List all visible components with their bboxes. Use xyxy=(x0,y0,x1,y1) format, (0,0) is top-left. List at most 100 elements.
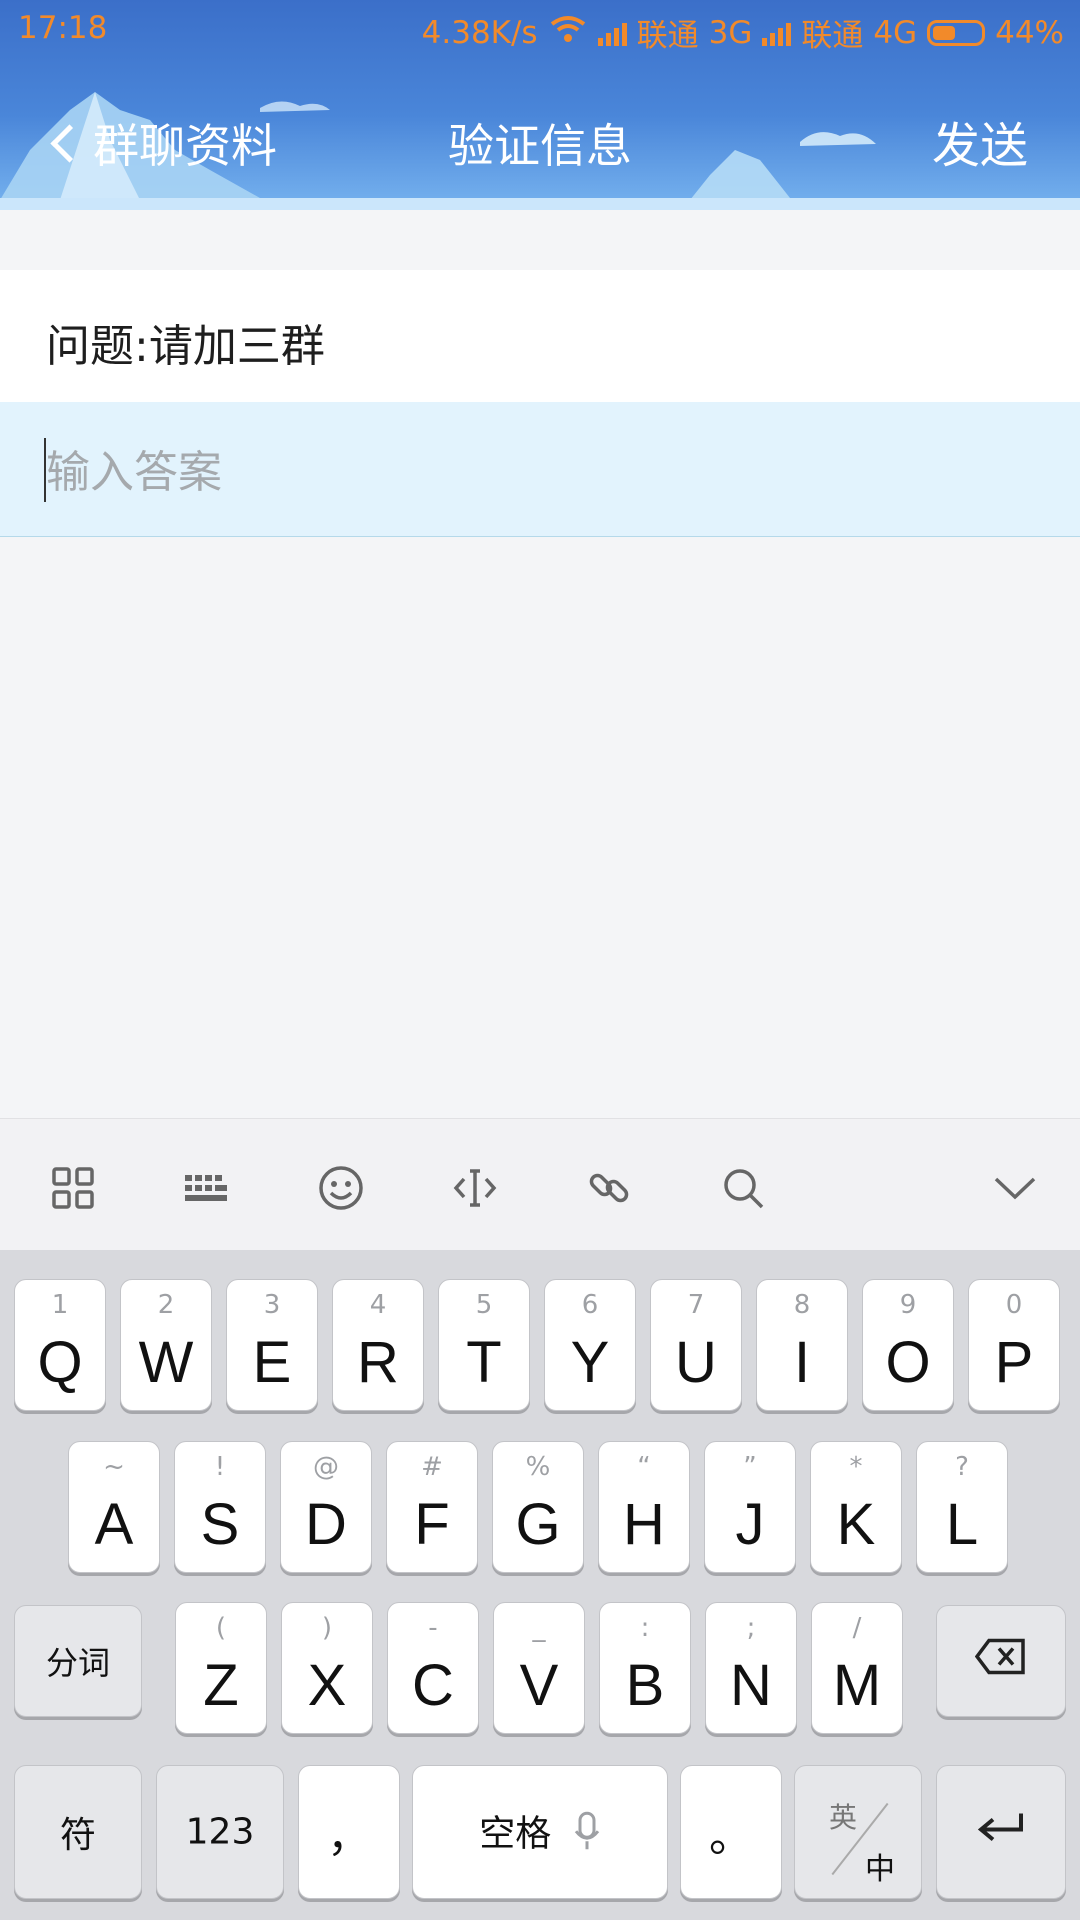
key-hint: 6 xyxy=(581,1290,599,1320)
key-letter: A xyxy=(94,1492,134,1557)
send-button[interactable]: 发送 xyxy=(932,106,1028,176)
network1: 3G xyxy=(708,14,753,51)
key-q[interactable]: 1Q xyxy=(14,1279,106,1411)
key-letter: O xyxy=(885,1330,931,1395)
app-header: 17:18 4.38K/s 联通 3G 联通 4G 44% 群聊资料 验证信息 … xyxy=(0,0,1080,210)
key-hint: 4 xyxy=(369,1290,387,1320)
key-p[interactable]: 0P xyxy=(968,1279,1060,1411)
key-letter: G xyxy=(515,1492,561,1557)
battery-icon xyxy=(927,19,986,46)
key-r[interactable]: 4R xyxy=(332,1279,424,1411)
symbol-key[interactable]: 符 xyxy=(14,1765,142,1899)
navigation-bar: 群聊资料 验证信息 发送 xyxy=(0,72,1080,202)
text-cursor xyxy=(44,438,46,502)
key-x[interactable]: ) X xyxy=(281,1602,373,1734)
key-hint: @ xyxy=(313,1452,339,1482)
key-d[interactable]: @ D xyxy=(280,1441,372,1573)
key-hint: * xyxy=(849,1452,863,1482)
key-w[interactable]: 2W xyxy=(120,1279,212,1411)
key-z[interactable]: (Z xyxy=(175,1602,267,1734)
lang-zh-label: 中 xyxy=(865,1852,895,1887)
period-key[interactable]: 。 xyxy=(680,1765,782,1899)
space-key[interactable]: 空格 xyxy=(412,1765,668,1899)
keyboard-toolbar xyxy=(0,1118,1080,1251)
key-h[interactable]: “H xyxy=(598,1441,690,1573)
key-hint: / xyxy=(852,1613,862,1643)
key-s[interactable]: ! S xyxy=(174,1441,266,1573)
key-v[interactable]: _ V xyxy=(493,1602,585,1734)
symbol-key-label: 符 xyxy=(59,1815,96,1856)
key-o[interactable]: 9O xyxy=(862,1279,954,1411)
key-hint: ; xyxy=(746,1613,756,1643)
key-u[interactable]: 7U xyxy=(650,1279,742,1411)
carrier2: 联通 xyxy=(801,18,864,54)
key-hint: ? xyxy=(955,1452,969,1482)
key-m[interactable]: / M xyxy=(811,1602,903,1734)
key-letter: B xyxy=(625,1653,665,1718)
page-title: 验证信息 xyxy=(448,119,632,173)
key-hint: “ xyxy=(637,1452,651,1482)
key-k[interactable]: * K xyxy=(810,1441,902,1573)
key-n[interactable]: ; N xyxy=(705,1602,797,1734)
key-c[interactable]: -C xyxy=(387,1602,479,1734)
number-key[interactable]: 123 xyxy=(156,1765,284,1899)
question-row: 问题:请加三群 xyxy=(0,270,1080,402)
key-letter: C xyxy=(412,1653,454,1718)
key-hint: 7 xyxy=(687,1290,705,1320)
enter-key[interactable] xyxy=(936,1765,1066,1899)
soft-keyboard: 1Q2W3E4R5T6Y7U8I9O0P ~ A! S @ D # F% G “H” J * K? L … xyxy=(0,1250,1080,1920)
answer-input[interactable] xyxy=(44,436,1028,508)
search-icon[interactable] xyxy=(720,1165,766,1211)
backspace-icon xyxy=(937,1638,1065,1684)
battery-percent: 44% xyxy=(995,14,1064,51)
emoji-icon[interactable] xyxy=(318,1165,364,1211)
key-l[interactable]: ? L xyxy=(916,1441,1008,1573)
collapse-keyboard-icon[interactable] xyxy=(992,1165,1038,1211)
key-letter: D xyxy=(305,1492,347,1557)
key-i[interactable]: 8I xyxy=(756,1279,848,1411)
comma-key[interactable]: ， xyxy=(298,1765,400,1899)
lang-en-label: 英 xyxy=(829,1801,858,1834)
backspace-key[interactable] xyxy=(936,1605,1066,1717)
status-bar: 17:18 4.38K/s 联通 3G 联通 4G 44% xyxy=(0,0,1080,62)
key-hint: 9 xyxy=(899,1290,917,1320)
key-e[interactable]: 3E xyxy=(226,1279,318,1411)
space-key-content: 空格 xyxy=(413,1804,667,1860)
key-hint: ” xyxy=(743,1452,757,1482)
key-g[interactable]: % G xyxy=(492,1441,584,1573)
key-hint: 0 xyxy=(1005,1290,1023,1320)
comma-key-label: ， xyxy=(327,1811,371,1862)
key-y[interactable]: 6Y xyxy=(544,1279,636,1411)
language-switch-key[interactable]: 英 中 xyxy=(794,1765,922,1899)
key-t[interactable]: 5T xyxy=(438,1279,530,1411)
question-text: 问题:请加三群 xyxy=(46,321,325,372)
key-hint: 3 xyxy=(263,1290,281,1320)
key-hint: ~ xyxy=(103,1452,125,1482)
segment-key[interactable]: 分词 xyxy=(14,1605,142,1717)
carrier1: 联通 xyxy=(636,18,699,54)
signal-icon xyxy=(762,20,792,46)
key-hint: : xyxy=(640,1613,650,1643)
space-key-label: 空格 xyxy=(479,1813,552,1855)
key-j[interactable]: ” J xyxy=(704,1441,796,1573)
signal-icon xyxy=(597,20,627,46)
grid-icon[interactable] xyxy=(50,1165,96,1211)
key-hint: - xyxy=(428,1613,438,1643)
key-hint: % xyxy=(525,1452,551,1482)
key-hint: ) xyxy=(321,1613,333,1643)
answer-row[interactable] xyxy=(0,402,1080,537)
key-letter: Q xyxy=(37,1330,83,1395)
key-letter: V xyxy=(519,1653,559,1718)
key-letter: Z xyxy=(203,1653,239,1718)
key-letter: Y xyxy=(570,1330,610,1395)
keyboard-icon[interactable] xyxy=(183,1165,229,1211)
link-icon[interactable] xyxy=(586,1165,632,1211)
number-key-label: 123 xyxy=(185,1811,255,1853)
key-hint: # xyxy=(421,1452,443,1482)
period-key-label: 。 xyxy=(709,1811,753,1862)
key-a[interactable]: ~ A xyxy=(68,1441,160,1573)
key-letter: U xyxy=(675,1330,717,1395)
cursor-icon[interactable] xyxy=(452,1165,498,1211)
key-b[interactable]: :B xyxy=(599,1602,691,1734)
key-f[interactable]: # F xyxy=(386,1441,478,1573)
